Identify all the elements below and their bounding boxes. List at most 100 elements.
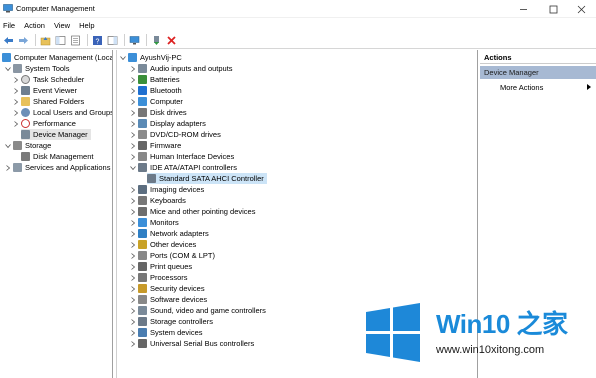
device-category-item[interactable]: Ports (COM & LPT) xyxy=(129,250,215,261)
chevron-down-icon[interactable] xyxy=(119,54,126,61)
device-category-item[interactable]: Other devices xyxy=(129,239,196,250)
chevron-right-icon[interactable] xyxy=(129,285,136,292)
chevron-right-icon[interactable] xyxy=(129,87,136,94)
device-category-item[interactable]: Universal Serial Bus controllers xyxy=(129,338,254,349)
chevron-right-icon[interactable] xyxy=(129,142,136,149)
tree-item-performance[interactable]: Performance xyxy=(12,118,76,129)
tree-item-storage[interactable]: Storage xyxy=(4,140,51,151)
maximize-button[interactable] xyxy=(538,0,568,18)
device-category-item[interactable]: Display adapters xyxy=(129,118,206,129)
properties-button[interactable] xyxy=(69,34,82,47)
update-driver-button[interactable] xyxy=(150,34,163,47)
chevron-right-icon[interactable] xyxy=(129,230,136,237)
device-category-item[interactable]: Software devices xyxy=(129,294,207,305)
chevron-right-icon[interactable] xyxy=(12,98,19,105)
chevron-right-icon[interactable] xyxy=(129,241,136,248)
device-category-label: DVD/CD-ROM drives xyxy=(150,130,221,139)
tree-item-services[interactable]: Services and Applications xyxy=(4,162,110,173)
system-device-icon xyxy=(138,328,147,337)
device-category-item[interactable]: Disk drives xyxy=(129,107,187,118)
device-item-sata-controller[interactable]: Standard SATA AHCI Controller xyxy=(147,173,267,184)
chevron-right-icon[interactable] xyxy=(129,120,136,127)
menu-file[interactable]: File xyxy=(3,21,15,30)
chevron-right-icon[interactable] xyxy=(129,131,136,138)
tree-item-system-tools[interactable]: System Tools xyxy=(4,63,69,74)
menu-action[interactable]: Action xyxy=(24,21,45,30)
chevron-right-icon[interactable] xyxy=(12,76,19,83)
chevron-right-icon[interactable] xyxy=(129,98,136,105)
forward-button[interactable] xyxy=(17,34,30,47)
chevron-right-icon[interactable] xyxy=(129,219,136,226)
chevron-right-icon[interactable] xyxy=(129,65,136,72)
device-category-item[interactable]: Print queues xyxy=(129,261,192,272)
minimize-button[interactable] xyxy=(508,0,538,18)
device-category-item[interactable]: Computer xyxy=(129,96,183,107)
toolbar-separator xyxy=(146,34,147,46)
chevron-down-icon[interactable] xyxy=(4,142,11,149)
device-category-item[interactable]: Security devices xyxy=(129,283,205,294)
device-category-item[interactable]: IDE ATA/ATAPI controllers xyxy=(129,162,237,173)
device-category-item[interactable]: DVD/CD-ROM drives xyxy=(129,129,221,140)
chevron-right-icon[interactable] xyxy=(12,120,19,127)
device-category-item[interactable]: Human Interface Devices xyxy=(129,151,234,162)
chevron-right-icon[interactable] xyxy=(129,197,136,204)
chevron-right-icon[interactable] xyxy=(12,109,19,116)
device-category-item[interactable]: Firmware xyxy=(129,140,181,151)
chevron-right-icon[interactable] xyxy=(129,252,136,259)
device-category-label: Disk drives xyxy=(150,108,187,117)
chevron-right-icon[interactable] xyxy=(129,153,136,160)
device-category-label: Security devices xyxy=(150,284,205,293)
tree-item-task-scheduler[interactable]: Task Scheduler xyxy=(12,74,84,85)
device-category-item[interactable]: Processors xyxy=(129,272,188,283)
chevron-right-icon[interactable] xyxy=(129,186,136,193)
close-button[interactable] xyxy=(566,0,596,18)
device-category-item[interactable]: Imaging devices xyxy=(129,184,204,195)
device-category-label: Bluetooth xyxy=(150,86,182,95)
tree-item-disk-management[interactable]: Disk Management xyxy=(21,151,93,162)
uninstall-device-button[interactable] xyxy=(165,34,178,47)
chevron-right-icon[interactable] xyxy=(129,109,136,116)
actions-section-device-manager[interactable]: Device Manager xyxy=(480,66,596,79)
chevron-right-icon[interactable] xyxy=(129,329,136,336)
chevron-right-icon[interactable] xyxy=(129,274,136,281)
device-category-item[interactable]: Monitors xyxy=(129,217,179,228)
tree-item-shared-folders[interactable]: Shared Folders xyxy=(12,96,84,107)
action-pane-button[interactable] xyxy=(106,34,119,47)
chevron-down-icon[interactable] xyxy=(129,164,136,171)
device-item-label: Standard SATA AHCI Controller xyxy=(159,174,264,183)
more-actions-item[interactable]: More Actions xyxy=(480,81,596,94)
device-category-item[interactable]: Audio inputs and outputs xyxy=(129,63,233,74)
chevron-right-icon[interactable] xyxy=(129,318,136,325)
device-category-item[interactable]: Mice and other pointing devices xyxy=(129,206,255,217)
chevron-right-icon[interactable] xyxy=(12,87,19,94)
tree-item-root[interactable]: Computer Management (Local xyxy=(2,52,112,63)
tree-item-event-viewer[interactable]: Event Viewer xyxy=(12,85,77,96)
device-category-item[interactable]: Storage controllers xyxy=(129,316,213,327)
show-hide-tree-button[interactable] xyxy=(54,34,67,47)
device-tree-root[interactable]: AyushVij-PC xyxy=(119,52,182,63)
chevron-right-icon[interactable] xyxy=(4,164,11,171)
device-category-item[interactable]: Network adapters xyxy=(129,228,209,239)
users-icon xyxy=(21,108,30,117)
tree-item-local-users[interactable]: Local Users and Groups xyxy=(12,107,112,118)
device-category-item[interactable]: Bluetooth xyxy=(129,85,182,96)
device-category-item[interactable]: Batteries xyxy=(129,74,180,85)
chevron-right-icon[interactable] xyxy=(129,340,136,347)
scan-hardware-button[interactable] xyxy=(128,34,141,47)
device-category-item[interactable]: Keyboards xyxy=(129,195,186,206)
help-button[interactable]: ? xyxy=(91,34,104,47)
tree-item-device-manager[interactable]: Device Manager xyxy=(21,129,91,140)
up-folder-button[interactable] xyxy=(39,34,52,47)
chevron-right-icon[interactable] xyxy=(129,296,136,303)
device-category-item[interactable]: Sound, video and game controllers xyxy=(129,305,266,316)
device-category-item[interactable]: System devices xyxy=(129,327,203,338)
back-button[interactable] xyxy=(2,34,15,47)
menu-help[interactable]: Help xyxy=(79,21,94,30)
chevron-right-icon[interactable] xyxy=(129,76,136,83)
device-category-label: Human Interface Devices xyxy=(150,152,235,161)
chevron-right-icon[interactable] xyxy=(129,208,136,215)
chevron-down-icon[interactable] xyxy=(4,65,11,72)
menu-view[interactable]: View xyxy=(54,21,70,30)
chevron-right-icon[interactable] xyxy=(129,263,136,270)
chevron-right-icon[interactable] xyxy=(129,307,136,314)
